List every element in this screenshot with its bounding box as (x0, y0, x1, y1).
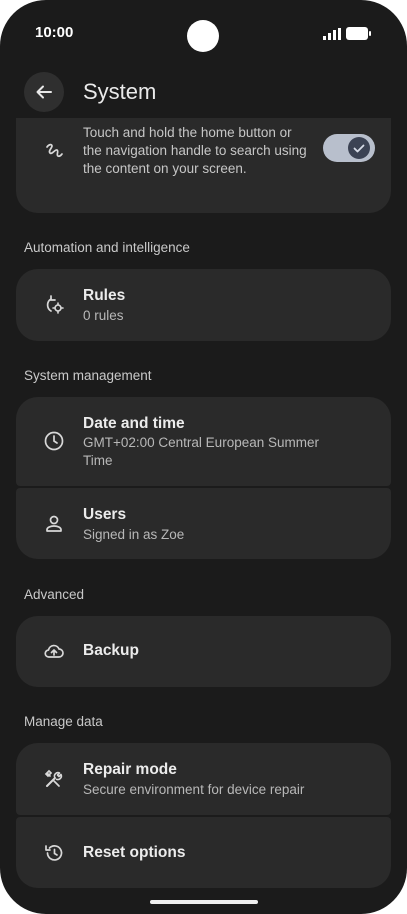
users-title: Users (83, 506, 127, 523)
rules-subtitle: 0 rules (83, 308, 124, 323)
users-subtitle: Signed in as Zoe (83, 527, 185, 542)
status-time: 10:00 (35, 24, 74, 41)
arrow-back-icon (36, 85, 52, 99)
back-button[interactable] (24, 72, 64, 112)
signal-icon (323, 28, 341, 40)
reset-options-title: Reset options (83, 844, 186, 861)
cloud-upload-icon (44, 644, 64, 658)
section-manage-data: Manage data (24, 714, 103, 729)
search-description: Touch and hold the home button or the na… (83, 125, 307, 176)
check-icon (353, 144, 365, 153)
section-system-management: System management (24, 368, 152, 383)
backup-title: Backup (83, 642, 139, 659)
search-toggle[interactable] (323, 134, 375, 162)
page-title: System (83, 79, 157, 104)
battery-icon (346, 27, 371, 40)
section-advanced: Advanced (24, 587, 85, 602)
status-bar: 10:00 (0, 18, 407, 52)
top-app-bar: System (0, 72, 407, 114)
phone-screen: 10:00 System Touch and hold the home but… (0, 0, 407, 914)
camera-cutout (187, 20, 219, 52)
repair-mode-title: Repair mode (83, 761, 177, 778)
clock-icon (44, 431, 64, 451)
repair-tools-icon (44, 769, 63, 787)
backup-item[interactable]: Backup (16, 616, 391, 687)
date-time-title: Date and time (83, 415, 185, 432)
circle-to-search-card[interactable]: Touch and hold the home button or the na… (16, 118, 391, 213)
users-item[interactable]: Users Signed in as Zoe (16, 488, 391, 559)
toggle-knob (348, 137, 370, 159)
rules-title: Rules (83, 287, 126, 304)
section-automation: Automation and intelligence (24, 240, 190, 255)
gesture-icon (46, 143, 63, 158)
date-time-item[interactable]: Date and time GMT+02:00 Central European… (16, 397, 391, 486)
repair-mode-subtitle: Secure environment for device repair (83, 782, 305, 797)
home-indicator[interactable] (150, 900, 258, 904)
date-time-subtitle-line1: GMT+02:00 Central European Summer (83, 435, 319, 450)
reset-options-item[interactable]: Reset options (16, 817, 391, 888)
person-icon (46, 515, 62, 532)
history-icon (45, 845, 63, 861)
rules-item[interactable]: Rules 0 rules (16, 269, 391, 341)
date-time-subtitle-line2: Time (83, 453, 113, 468)
rules-icon (46, 295, 64, 314)
repair-mode-item[interactable]: Repair mode Secure environment for devic… (16, 743, 391, 815)
